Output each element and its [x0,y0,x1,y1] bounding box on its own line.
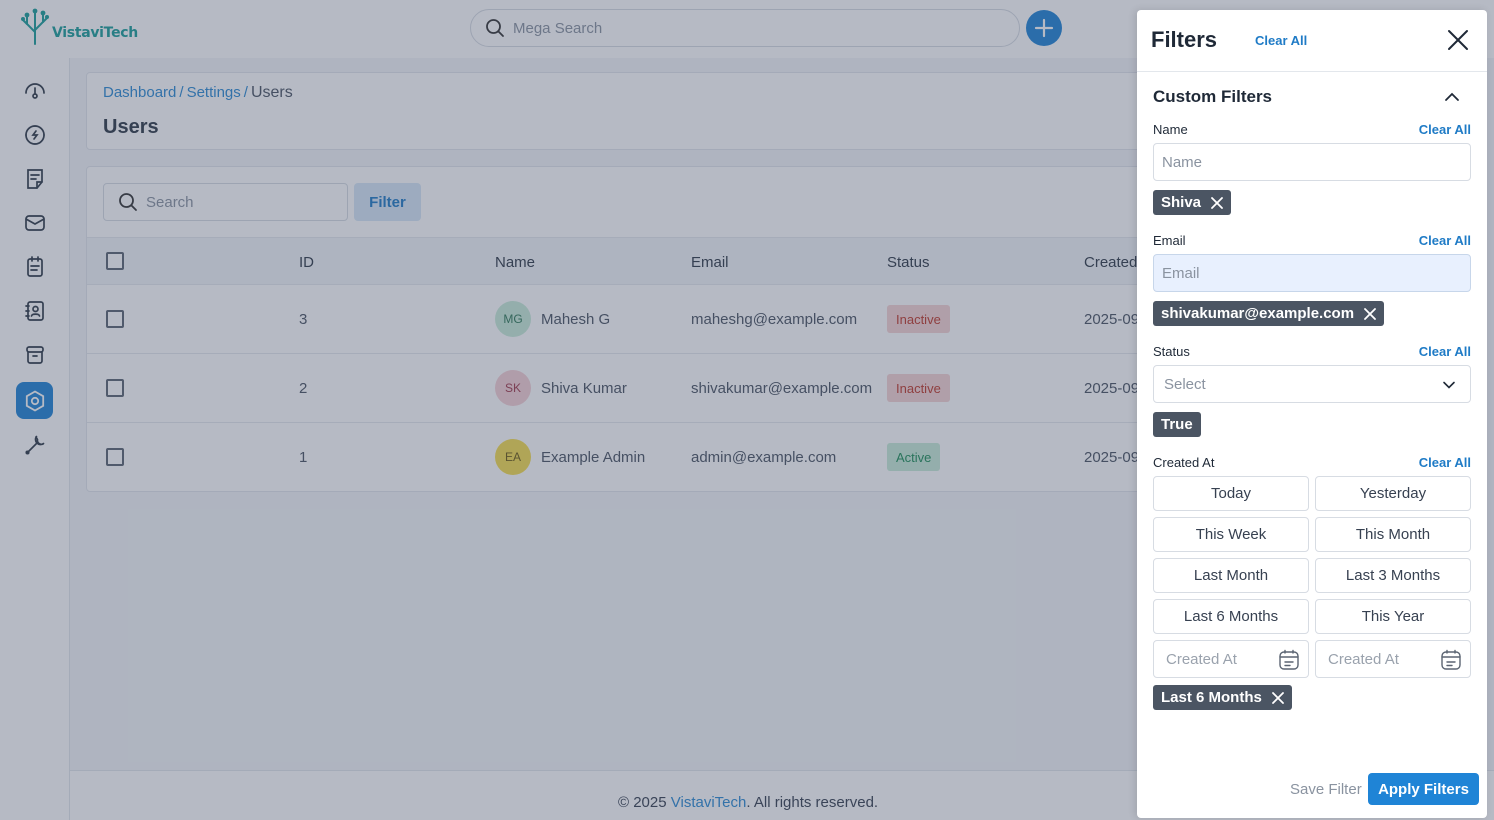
created-clear-link[interactable]: Clear All [1419,455,1471,470]
quick-range-this-month[interactable]: This Month [1315,517,1471,552]
status-select[interactable]: Select [1153,365,1471,403]
created-to-input[interactable] [1328,650,1438,668]
name-filter-input[interactable] [1153,143,1471,181]
chevron-down-icon [1443,381,1455,389]
created-to-field[interactable] [1315,640,1471,678]
clear-all-filters-link[interactable]: Clear All [1255,33,1307,48]
chevron-up-icon[interactable] [1443,88,1461,106]
email-filter-input[interactable] [1153,254,1471,292]
quick-range-last-6-months[interactable]: Last 6 Months [1153,599,1309,634]
email-clear-link[interactable]: Clear All [1419,233,1471,248]
name-clear-link[interactable]: Clear All [1419,122,1471,137]
close-icon[interactable] [1271,691,1284,704]
drawer-title: Filters [1151,27,1218,52]
custom-filters-title: Custom Filters [1153,87,1273,106]
status-clear-link[interactable]: Clear All [1419,344,1471,359]
close-icon[interactable] [1445,27,1471,53]
quick-range-this-week[interactable]: This Week [1153,517,1309,552]
chip-label: Shiva [1161,194,1202,211]
status-filter-chip: True [1153,412,1201,437]
close-icon[interactable] [1211,196,1223,209]
name-filter-chip: Shiva [1153,190,1232,215]
quick-range-yesterday[interactable]: Yesterday [1315,476,1471,511]
drawer-header: Filters Clear All [1137,10,1487,72]
name-filter-label: Name [1153,122,1188,137]
created-from-field[interactable] [1153,640,1309,678]
calendar-icon[interactable] [1278,649,1300,671]
calendar-icon[interactable] [1440,649,1462,671]
chip-label: Last 6 Months [1161,689,1262,706]
status-filter-label: Status [1153,344,1190,359]
quick-range-today[interactable]: Today [1153,476,1309,511]
chip-label: True [1161,416,1193,433]
quick-range-this-year[interactable]: This Year [1315,599,1471,634]
filters-drawer: Filters Clear All Custom Filters Name Cl… [1137,10,1487,818]
created-filter-chip: Last 6 Months [1153,685,1292,710]
chip-label: shivakumar@example.com [1161,305,1355,322]
status-select-placeholder: Select [1164,375,1206,393]
quick-range-last-month[interactable]: Last Month [1153,558,1309,593]
created-from-input[interactable] [1166,650,1276,668]
save-filter-button[interactable]: Save Filter [1290,781,1362,798]
email-filter-label: Email [1153,233,1186,248]
apply-filters-button[interactable]: Apply Filters [1368,773,1479,805]
quick-range-last-3-months[interactable]: Last 3 Months [1315,558,1471,593]
created-filter-label: Created At [1153,455,1215,470]
close-icon[interactable] [1364,307,1376,320]
email-filter-chip: shivakumar@example.com [1153,301,1385,326]
